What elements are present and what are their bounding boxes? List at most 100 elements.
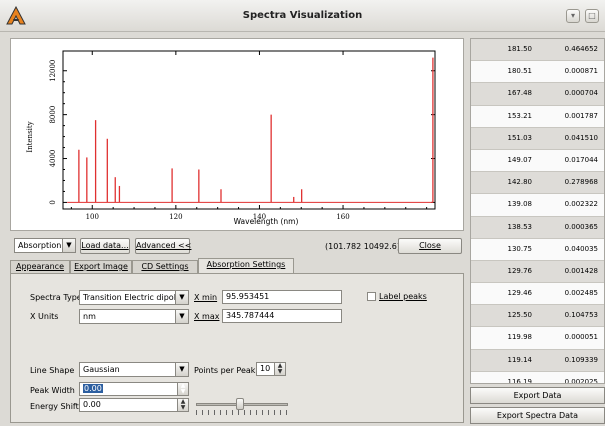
maximize-icon[interactable]: □ — [585, 9, 599, 23]
slider-ticks — [196, 410, 288, 415]
xmin-value: 95.953451 — [226, 292, 270, 301]
label-peaks-checkbox[interactable] — [367, 292, 376, 301]
energy-shift-input[interactable]: 0.00 ▲ ▼ — [79, 398, 189, 412]
table-row[interactable]: 180.51 0.000871 — [471, 61, 604, 84]
intensity-cell: 0.040035 — [564, 244, 598, 253]
y-axis-label: Intensity — [26, 121, 34, 152]
table-row[interactable]: 129.76 0.001428 — [471, 260, 604, 284]
intensity-cell: 0.001428 — [564, 266, 598, 275]
peaks-table[interactable]: 181.50 0.464652 180.51 0.000871 167.48 0.0007… — [470, 38, 605, 384]
spectrum-plot[interactable]: 100 120 140 160 0 4000 8000 12000 Intensity Wav… — [10, 38, 464, 231]
wavelength-cell: 153.21 — [507, 111, 533, 120]
intensity-cell: 0.017044 — [564, 155, 598, 164]
table-row[interactable]: 119.98 0.000051 — [471, 327, 604, 350]
table-row[interactable]: 181.50 0.464652 — [471, 39, 604, 62]
wavelength-cell: 129.46 — [507, 289, 533, 298]
table-row[interactable]: 142.80 0.278968 — [471, 172, 604, 195]
energy-shift-label: Energy Shift — [30, 402, 79, 411]
table-row[interactable]: 129.46 0.002485 — [471, 283, 604, 306]
points-per-peak-stepper[interactable]: 10 ▲ ▼ — [256, 362, 286, 376]
advanced-label: Advanced << — [136, 241, 192, 250]
spectra-type-select[interactable]: Transition Electric dipole ▼ — [79, 290, 189, 305]
tab-label: Export Image — [74, 262, 128, 271]
intensity-cell: 0.464652 — [564, 45, 598, 53]
spin-arrows-icon[interactable]: ▲ ▼ — [177, 383, 188, 395]
wavelength-cell: 116.19 — [507, 377, 533, 384]
load-data-button[interactable]: Load data... — [80, 238, 130, 254]
intensity-cell: 0.000365 — [564, 222, 598, 231]
settings-tabs: Appearance Export Image CD Settings Abso… — [10, 258, 464, 274]
table-row[interactable]: 149.07 0.017044 — [471, 149, 604, 173]
spin-arrows-icon[interactable]: ▲ ▼ — [177, 399, 188, 411]
table-row[interactable]: 138.53 0.000365 — [471, 216, 604, 239]
wavelength-cell: 119.14 — [507, 355, 533, 364]
x-tick-label: 120 — [169, 213, 182, 221]
intensity-cell: 0.002025 — [564, 377, 598, 384]
export-spectra-data-label: Export Spectra Data — [496, 411, 579, 420]
chevron-down-icon: ▼ — [175, 291, 188, 304]
line-shape-label: Line Shape — [30, 366, 75, 375]
peak-width-input[interactable]: 0.00 ▲ ▼ — [79, 382, 189, 396]
tab-export-image[interactable]: Export Image — [70, 260, 132, 274]
tab-label: Absorption Settings — [206, 260, 286, 269]
spin-arrows-icon[interactable]: ▲ ▼ — [274, 363, 285, 375]
slider-thumb[interactable] — [236, 398, 244, 410]
xmin-input[interactable]: 95.953451 — [222, 290, 342, 304]
tab-absorption-settings[interactable]: Absorption Settings — [198, 258, 294, 274]
intensity-cell: 0.002322 — [564, 200, 598, 209]
export-data-label: Export Data — [513, 391, 562, 400]
table-row[interactable]: 151.03 0.041510 — [471, 127, 604, 150]
y-tick-label: 12000 — [49, 60, 57, 82]
intensity-cell: 0.001787 — [564, 111, 598, 120]
spectra-type-label: Spectra Type — [30, 293, 82, 302]
advanced-button[interactable]: Advanced << — [135, 238, 192, 254]
tab-cd-settings[interactable]: CD Settings — [132, 260, 198, 274]
y-tick-label: 0 — [49, 200, 57, 204]
title-bar: Spectra Visualization ▾ □ — [0, 0, 605, 32]
table-row[interactable]: 153.21 0.001787 — [471, 105, 604, 128]
table-row[interactable]: 167.48 0.000704 — [471, 83, 604, 106]
intensity-cell: 0.041510 — [564, 133, 598, 142]
table-row[interactable]: 130.75 0.040035 — [471, 238, 604, 261]
table-row[interactable]: 139.08 0.002322 — [471, 194, 604, 217]
tab-appearance[interactable]: Appearance — [10, 260, 70, 274]
wavelength-cell: 129.76 — [507, 266, 533, 275]
table-body: 181.50 0.464652 180.51 0.000871 167.48 0.0007… — [471, 39, 604, 384]
cursor-readout: (101.782 10492.6) — [325, 242, 400, 251]
spectrum-type-select[interactable]: Absorption ▼ — [14, 238, 76, 253]
x-units-select[interactable]: nm ▼ — [79, 309, 189, 324]
export-data-button[interactable]: Export Data — [470, 387, 605, 404]
wavelength-cell: 125.50 — [507, 311, 533, 320]
close-button[interactable]: Close — [398, 238, 462, 254]
wavelength-cell: 181.50 — [507, 45, 533, 53]
plot-frame — [62, 50, 436, 210]
table-row[interactable]: 125.50 0.104753 — [471, 305, 604, 328]
table-row[interactable]: 119.14 0.109339 — [471, 349, 604, 372]
chevron-down-icon: ▼ — [175, 310, 188, 323]
peak-width-label: Peak Width — [30, 386, 75, 395]
points-per-peak-value: 10 — [260, 364, 271, 373]
wavelength-cell: 151.03 — [507, 133, 533, 142]
x-axis-label: Wavelength (nm) — [234, 217, 299, 226]
wavelength-cell: 149.07 — [507, 155, 533, 164]
intensity-cell: 0.000871 — [564, 67, 598, 76]
export-spectra-data-button[interactable]: Export Spectra Data — [470, 407, 605, 424]
spectra-type-value: Transition Electric dipole — [83, 293, 181, 302]
x-units-value: nm — [83, 312, 96, 321]
minimize-icon[interactable]: ▾ — [566, 9, 580, 23]
chevron-down-icon: ▼ — [62, 239, 75, 252]
xmax-label: X max — [194, 312, 220, 321]
intensity-cell: 0.002485 — [564, 289, 598, 298]
load-data-label: Load data... — [81, 241, 129, 250]
line-shape-select[interactable]: Gaussian ▼ — [79, 362, 189, 377]
wavelength-cell: 119.98 — [507, 333, 533, 342]
tab-label: Appearance — [15, 262, 65, 271]
table-row[interactable]: 116.19 0.002025 — [471, 371, 604, 384]
intensity-cell: 0.109339 — [564, 355, 598, 364]
x-tick-label: 160 — [336, 213, 349, 221]
tab-label: CD Settings — [141, 262, 189, 271]
xmax-input[interactable]: 345.787444 — [222, 309, 342, 323]
label-peaks-label: Label peaks — [379, 292, 427, 301]
intensity-cell: 0.104753 — [564, 311, 598, 320]
energy-shift-slider[interactable] — [196, 398, 288, 416]
